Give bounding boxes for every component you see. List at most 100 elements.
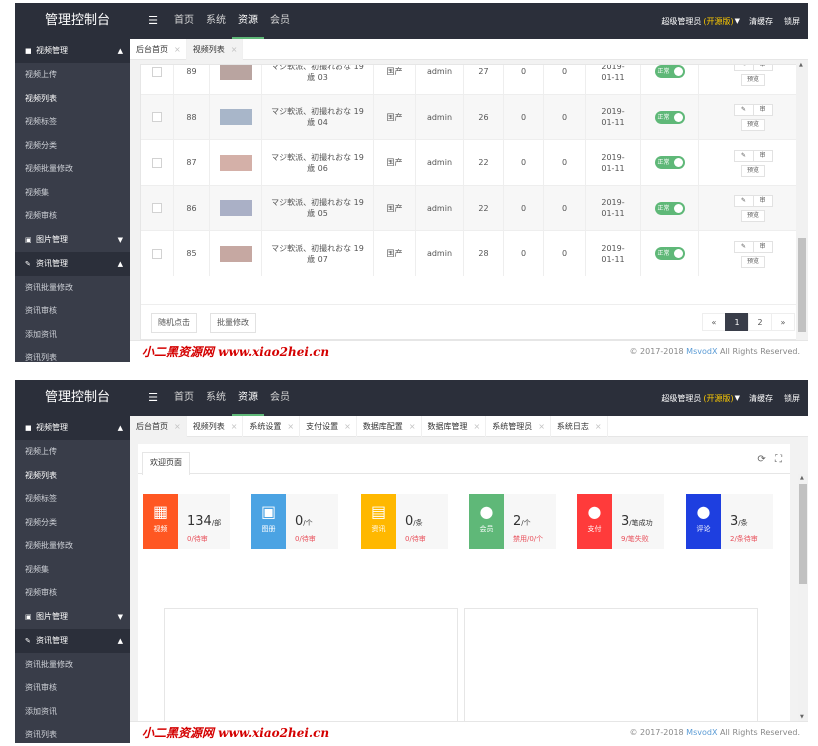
admin-name[interactable]: 超级管理员 <box>661 393 701 404</box>
sidebar-item-news-add[interactable]: 添加资讯 <box>15 700 130 724</box>
sidebar-item-video-review[interactable]: 视频审核 <box>15 204 130 228</box>
caret-down-icon[interactable]: ▼ <box>735 394 740 402</box>
sidebar-item-news-list[interactable]: 资讯列表 <box>15 346 130 362</box>
close-icon[interactable]: × <box>174 416 181 437</box>
row-checkbox[interactable] <box>152 112 162 122</box>
close-icon[interactable]: × <box>287 416 294 437</box>
review-button[interactable]: 审 <box>752 149 773 162</box>
close-icon[interactable]: × <box>344 416 351 437</box>
preview-button[interactable]: 预览 <box>741 210 765 222</box>
preview-button[interactable]: 预览 <box>741 73 765 86</box>
menu-toggle-icon[interactable]: ☰ <box>140 380 166 416</box>
sidebar-item-video-category[interactable]: 视频分类 <box>15 511 130 535</box>
preview-button[interactable]: 预览 <box>741 164 765 177</box>
review-button[interactable]: 审 <box>752 104 773 116</box>
edit-button[interactable]: ✎ <box>733 104 754 116</box>
page-next[interactable]: » <box>771 313 795 331</box>
sidebar-item-video-upload[interactable]: 视频上传 <box>15 440 130 464</box>
review-button[interactable]: 审 <box>752 195 773 207</box>
video-thumbnail[interactable] <box>219 154 252 171</box>
edit-button[interactable]: ✎ <box>733 149 754 162</box>
edit-button[interactable]: ✎ <box>733 240 754 253</box>
sidebar-item-news-review[interactable]: 资讯审核 <box>15 676 130 700</box>
refresh-icon[interactable]: ⟳ <box>757 454 765 465</box>
tab-4[interactable]: 数据库配置 × <box>357 416 422 437</box>
sidebar-item-video-tags[interactable]: 视频标签 <box>15 487 130 511</box>
sidebar-item-video-tags[interactable]: 视频标签 <box>15 110 130 134</box>
edit-button[interactable]: ✎ <box>733 65 754 71</box>
caret-down-icon[interactable]: ▼ <box>735 17 740 25</box>
top-nav-member[interactable]: 会员 <box>264 380 296 416</box>
sidebar-item-video-set[interactable]: 视频集 <box>15 558 130 582</box>
stat-card[interactable]: ● 会员 2/个 禁用/0/个 <box>469 494 556 549</box>
close-icon[interactable]: × <box>174 39 181 60</box>
top-nav-resource[interactable]: 资源 <box>232 380 264 416</box>
sidebar-item-news-batch[interactable]: 资讯批量修改 <box>15 276 130 300</box>
scroll-up-icon[interactable]: ▲ <box>800 475 804 481</box>
tab-5[interactable]: 数据库管理 × <box>422 416 487 437</box>
stat-card[interactable]: ▦ 视频 134/部 0/待审 <box>143 494 230 549</box>
top-nav-system[interactable]: 系统 <box>200 3 232 39</box>
menu-toggle-icon[interactable]: ☰ <box>140 3 166 39</box>
close-icon[interactable]: × <box>538 416 545 437</box>
top-nav-home[interactable]: 首页 <box>168 3 200 39</box>
sidebar-item-news-list[interactable]: 资讯列表 <box>15 723 130 743</box>
preview-button[interactable]: 预览 <box>741 119 765 131</box>
fullscreen-icon[interactable]: ⛶ <box>775 454 782 465</box>
sidebar-item-news-add[interactable]: 添加资讯 <box>15 323 130 347</box>
sidebar-item-video-category[interactable]: 视频分类 <box>15 134 130 158</box>
close-icon[interactable]: × <box>409 416 416 437</box>
video-thumbnail[interactable] <box>219 245 252 262</box>
top-nav-member[interactable]: 会员 <box>264 3 296 39</box>
scroll-down-icon[interactable]: ▼ <box>800 714 804 720</box>
tab-1[interactable]: 视频列表 × <box>187 416 244 437</box>
scrollbar[interactable]: ▲ <box>796 60 808 340</box>
copyright-brand-link[interactable]: MsvodX <box>686 728 717 737</box>
preview-button[interactable]: 预览 <box>741 255 765 268</box>
top-nav-home[interactable]: 首页 <box>168 380 200 416</box>
admin-name[interactable]: 超级管理员 <box>661 16 701 27</box>
scrollbar[interactable]: ▲ ▼ <box>798 474 808 721</box>
row-checkbox[interactable] <box>152 248 162 259</box>
sidebar-item-video-review[interactable]: 视频审核 <box>15 581 130 605</box>
sidebar-item-news-batch[interactable]: 资讯批量修改 <box>15 653 130 677</box>
close-icon[interactable]: × <box>474 416 481 437</box>
tab-admin-home[interactable]: 后台首页 × <box>130 39 187 60</box>
tab-3[interactable]: 支付设置 × <box>300 416 357 437</box>
top-nav-system[interactable]: 系统 <box>200 380 232 416</box>
clear-cache-link[interactable]: 清缓存 <box>749 393 773 404</box>
sidebar-item-video-upload[interactable]: 视频上传 <box>15 63 130 87</box>
stat-card[interactable]: ▤ 资讯 0/条 0/待审 <box>361 494 448 549</box>
top-nav-resource[interactable]: 资源 <box>232 3 264 39</box>
tab-2[interactable]: 系统设置 × <box>243 416 301 437</box>
tab-0[interactable]: 后台首页 × <box>130 416 187 437</box>
status-toggle[interactable]: 正常 <box>654 247 685 260</box>
status-toggle[interactable]: 正常 <box>654 110 685 124</box>
video-thumbnail[interactable] <box>219 200 252 216</box>
status-toggle[interactable]: 正常 <box>654 156 685 169</box>
tab-6[interactable]: 系统管理员 × <box>486 416 551 437</box>
clear-cache-link[interactable]: 清缓存 <box>749 16 773 27</box>
sidebar-group-image[interactable]: ▣ 图片管理 ▼ <box>15 605 130 629</box>
sidebar-group-news[interactable]: ✎ 资讯管理 ▲ <box>15 251 130 276</box>
stat-card[interactable]: ▣ 图册 0/个 0/待审 <box>251 494 338 549</box>
sidebar-item-news-review[interactable]: 资讯审核 <box>15 299 130 323</box>
sidebar-group-image[interactable]: ▣ 图片管理 ▼ <box>15 228 130 252</box>
sidebar-group-video[interactable]: ■ 视频管理 ▲ <box>15 39 130 63</box>
random-click-button[interactable]: 随机点击 <box>151 313 197 333</box>
stat-card[interactable]: ● 评论 3/条 2/条待审 <box>686 494 773 549</box>
video-thumbnail[interactable] <box>219 65 252 80</box>
sidebar-item-video-list[interactable]: 视频列表 <box>15 464 130 488</box>
lock-screen-link[interactable]: 锁屏 <box>784 16 800 27</box>
sidebar-item-video-batch[interactable]: 视频批量修改 <box>15 157 130 181</box>
status-toggle[interactable]: 正常 <box>654 65 685 78</box>
stat-card[interactable]: ● 支付 3/笔成功 9/笔失败 <box>577 494 664 549</box>
review-button[interactable]: 审 <box>752 65 773 71</box>
row-checkbox[interactable] <box>152 157 162 168</box>
page-2[interactable]: 2 <box>748 313 772 331</box>
scrollbar-thumb[interactable] <box>798 238 806 332</box>
status-toggle[interactable]: 正常 <box>654 201 685 215</box>
tab-7[interactable]: 系统日志 × <box>551 416 608 437</box>
page-1[interactable]: 1 <box>725 313 749 331</box>
scrollbar-thumb[interactable] <box>799 484 807 584</box>
